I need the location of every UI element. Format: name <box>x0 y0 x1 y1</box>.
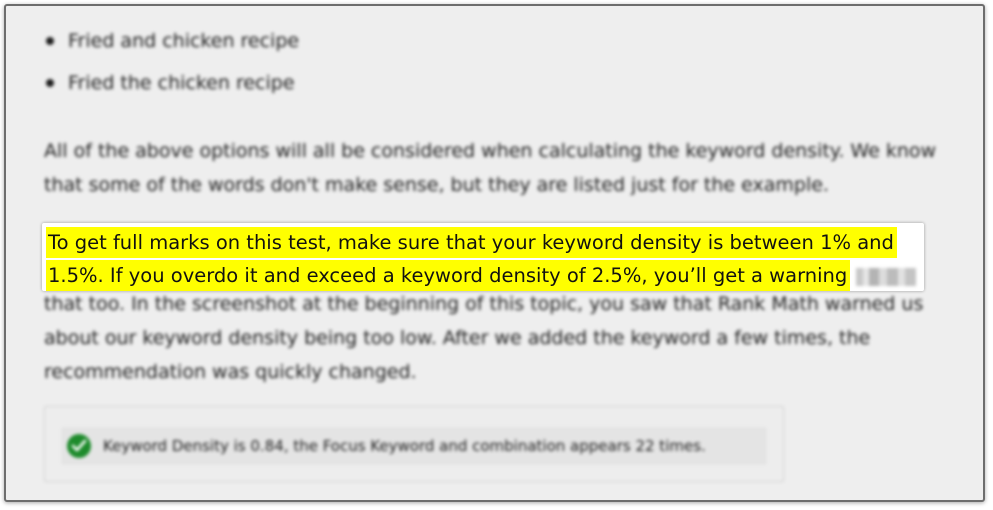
keyword-density-notice: Keyword Density is 0.84, the Focus Keywo… <box>44 406 784 482</box>
bullet-dot-icon <box>46 79 54 87</box>
bullet-list: Fried and chicken recipe Fried the chick… <box>46 24 299 108</box>
check-circle-icon <box>67 434 91 458</box>
article-screenshot-frame: Fried and chicken recipe Fried the chick… <box>4 4 985 502</box>
highlighted-text: To get full marks on this test, make sur… <box>46 227 917 293</box>
blurred-word-redaction <box>856 267 917 286</box>
notice-text: Keyword Density is 0.84, the Focus Keywo… <box>103 437 706 455</box>
list-item-text: Fried and chicken recipe <box>68 30 300 52</box>
paragraph-explanation: All of the above options will all be con… <box>44 140 937 196</box>
highlighted-line: 1.5%. If you overdo it and exceed a keyw… <box>46 260 851 291</box>
highlighted-passage: To get full marks on this test, make sur… <box>42 223 924 291</box>
paragraph-continuation: that too. In the screenshot at the begin… <box>44 293 924 383</box>
bullet-dot-icon <box>46 37 54 45</box>
notice-body: Keyword Density is 0.84, the Focus Keywo… <box>61 427 767 465</box>
list-item: Fried and chicken recipe <box>46 24 299 66</box>
highlighted-line: To get full marks on this test, make sur… <box>46 227 897 258</box>
list-item: Fried the chicken recipe <box>46 66 299 108</box>
list-item-text: Fried the chicken recipe <box>68 72 295 94</box>
